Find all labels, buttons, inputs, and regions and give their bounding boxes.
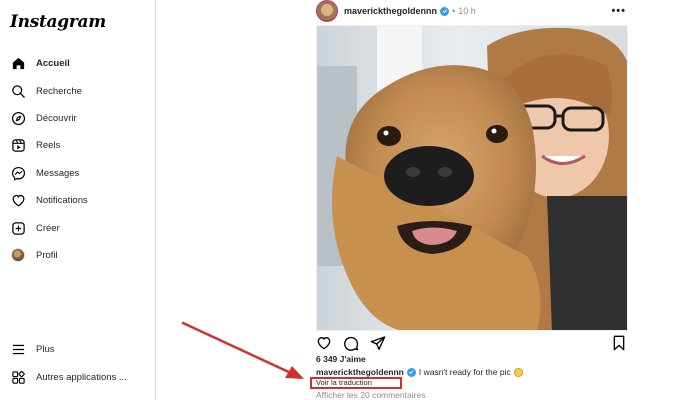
plus-square-icon (10, 220, 26, 236)
heart-icon (10, 193, 26, 209)
post-photo[interactable] (316, 25, 628, 331)
sidebar-item-plus[interactable]: Plus (0, 336, 155, 363)
see-translation-link[interactable]: Voir la traduction (310, 377, 402, 389)
sidebar-item-label: Accueil (36, 58, 70, 70)
sidebar-item-label: Autres applications ... (36, 371, 127, 383)
sidebar-item-profil[interactable]: Profil (0, 242, 155, 269)
sidebar-item-label: Profil (36, 249, 58, 261)
dog-photo-illustration (317, 26, 627, 330)
sidebar-item-label: Recherche (36, 85, 82, 97)
sidebar-item-notifications[interactable]: Notifications (0, 187, 155, 214)
search-icon (10, 83, 26, 99)
sidebar: Instagram Accueil Recherche Découvrir Re… (0, 0, 156, 400)
instagram-logo[interactable]: Instagram (10, 12, 106, 32)
grimacing-emoji-icon (513, 367, 523, 377)
sidebar-item-messages[interactable]: Messages (0, 160, 155, 187)
post-author-avatar[interactable] (316, 0, 338, 22)
sidebar-item-reels[interactable]: Reels (0, 132, 155, 159)
sidebar-item-recherche[interactable]: Recherche (0, 77, 155, 104)
post-actions (316, 335, 628, 353)
post-header: maverickthegoldennn • 10 h ••• (316, 0, 628, 22)
sidebar-item-label: Plus (36, 344, 55, 356)
sidebar-item-accueil[interactable]: Accueil (0, 50, 155, 77)
save-bookmark-icon[interactable] (612, 335, 626, 356)
sidebar-item-label: Messages (36, 167, 80, 179)
sidebar-item-label: Notifications (36, 195, 88, 207)
like-heart-icon[interactable] (316, 335, 332, 356)
share-icon[interactable] (370, 335, 386, 356)
home-icon (10, 56, 26, 72)
separator-dot: • (452, 6, 456, 16)
verified-badge-icon (406, 367, 416, 377)
post-username[interactable]: maverickthegoldennn (344, 6, 437, 16)
caption-text: I wasn't ready for the pic (418, 367, 511, 377)
reels-icon (10, 138, 26, 154)
menu-icon (10, 342, 26, 358)
messenger-icon (10, 165, 26, 181)
like-count[interactable]: 6 349 J'aime (316, 354, 366, 364)
sidebar-item-decouvrir[interactable]: Découvrir (0, 105, 155, 132)
verified-badge-icon (440, 6, 450, 16)
comment-icon[interactable] (343, 335, 359, 356)
more-options-icon[interactable]: ••• (611, 5, 626, 17)
post-timestamp[interactable]: 10 h (458, 6, 476, 16)
post-caption: maverickthegoldennn I wasn't ready for t… (316, 367, 523, 377)
sidebar-item-creer[interactable]: Créer (0, 214, 155, 241)
compass-icon (10, 110, 26, 126)
sidebar-item-label: Découvrir (36, 112, 77, 124)
sidebar-item-label: Reels (36, 140, 61, 152)
apps-icon (10, 369, 26, 385)
sidebar-bottom: Plus Autres applications ... (0, 336, 155, 391)
profile-avatar (11, 248, 25, 263)
sidebar-item-label: Créer (36, 222, 60, 234)
sidebar-item-autres-applications[interactable]: Autres applications ... (0, 363, 155, 390)
sidebar-nav: Accueil Recherche Découvrir Reels Messag… (0, 50, 155, 269)
view-all-comments-link[interactable]: Afficher les 20 commentaires (316, 390, 425, 400)
feed-post: maverickthegoldennn • 10 h ••• 6 349 J'a… (310, 0, 628, 400)
caption-username[interactable]: maverickthegoldennn (316, 367, 404, 377)
